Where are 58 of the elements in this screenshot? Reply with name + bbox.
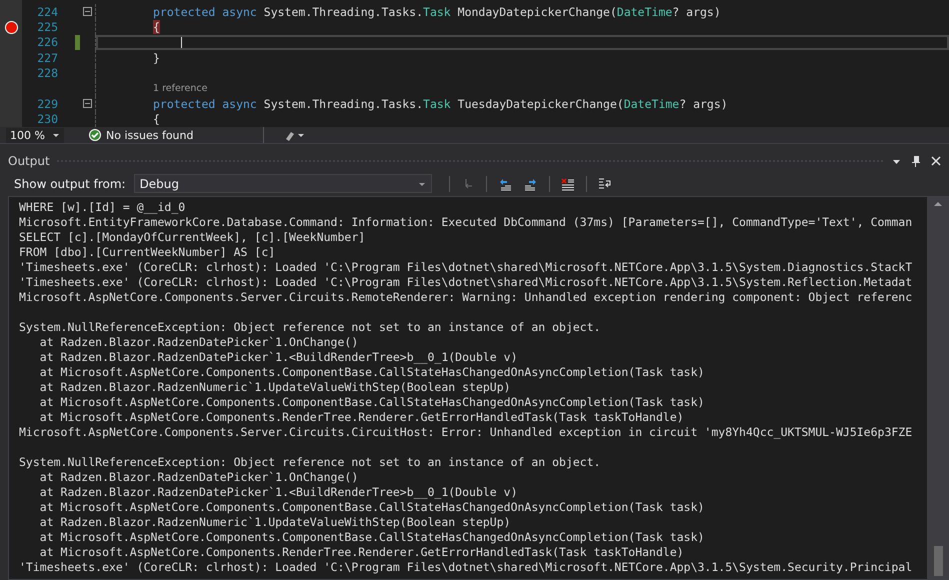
code-line: } <box>153 50 160 65</box>
output-line: at Microsoft.AspNetCore.Components.ComponentBase.CallStateHasChangedOnAsyncCompletion(Task task) <box>38 395 706 410</box>
output-line: System.NullReferenceException: Object reference not set to an instance of an object. <box>19 455 602 470</box>
text-caret <box>181 36 182 49</box>
clear-list-icon <box>560 176 575 190</box>
code-line: protected async System.Threading.Tasks.Task TuesdayDatepickerChange(DateTime? args) <box>153 96 728 111</box>
line-number: 229 <box>36 96 58 111</box>
panel-title: Output <box>8 154 50 168</box>
output-line: at Radzen.Blazor.RadzenNumeric`1.UpdateValueWithStep(Boolean stepUp) <box>38 380 512 395</box>
line-number: 226 <box>36 35 58 50</box>
line-number: 228 <box>36 66 58 80</box>
output-line: at Microsoft.AspNetCore.Components.RenderTree.Renderer.GetErrorHandledTask(Task taskToHandle) <box>38 545 685 560</box>
issues-status[interactable]: No issues found <box>106 128 194 142</box>
scroll-thumb[interactable] <box>934 546 942 576</box>
output-line: SELECT [c].[MondayOfCurrentWeek], [c].[WeekNumber] <box>19 230 366 245</box>
output-line: 'Timesheets.exe' (CoreCLR: clrhost): Loaded 'C:\Program Files\dotnet\shared\Microsoft.NETCore.App\3.1.5\System.Security.Principal <box>19 560 914 575</box>
caret-icon <box>892 158 900 164</box>
output-line: at Radzen.Blazor.RadzenNumeric`1.UpdateValueWithStep(Boolean stepUp) <box>38 515 512 530</box>
previous-message-icon <box>498 176 512 190</box>
next-message-icon <box>524 176 538 190</box>
line-number: 227 <box>36 50 58 65</box>
output-line: at Microsoft.AspNetCore.Components.ComponentBase.CallStateHasChangedOnAsyncCompletion(Task task) <box>38 500 706 515</box>
source-label: Show output from: <box>14 176 126 190</box>
output-line: at Radzen.Blazor.RadzenDatePicker`1.<BuildRenderTree>b__0_1(Double v) <box>38 350 518 365</box>
check-circle-icon <box>88 128 102 142</box>
output-line: at Microsoft.AspNetCore.Components.ComponentBase.CallStateHasChangedOnAsyncCompletion(Task task) <box>38 530 706 545</box>
collapse-icon[interactable] <box>83 99 92 108</box>
reference-count[interactable]: 1 reference <box>153 83 208 94</box>
line-number: 225 <box>36 20 58 34</box>
zoom-dropdown[interactable]: 100 % <box>6 128 64 142</box>
collapse-icon[interactable] <box>83 7 92 16</box>
code-line: { <box>153 112 160 126</box>
breakpoint-icon[interactable] <box>4 20 18 34</box>
output-line: at Radzen.Blazor.RadzenDatePicker`1.OnChange() <box>38 470 360 485</box>
output-line: at Microsoft.AspNetCore.Components.ComponentBase.CallStateHasChangedOnAsyncCompletion(Task task) <box>38 365 706 380</box>
caret-icon <box>297 132 306 138</box>
output-line: FROM [dbo].[CurrentWeekNumber] AS [c] <box>19 245 276 260</box>
close-icon <box>931 156 941 166</box>
source-dropdown[interactable]: Debug <box>134 174 432 193</box>
output-line: System.NullReferenceException: Object reference not set to an instance of an object. <box>19 320 602 335</box>
code-line: protected async System.Threading.Tasks.Task MondayDatepickerChange(DateTime? args) <box>153 4 721 19</box>
output-line: at Microsoft.AspNetCore.Components.RenderTree.Renderer.GetErrorHandledTask(Task taskToHandle) <box>38 410 685 425</box>
line-number: 224 <box>36 4 58 19</box>
output-line: Microsoft.AspNetCore.Components.Server.Circuits.RemoteRenderer: Warning: Unhandled exception rendering component: Object referenc <box>19 290 914 305</box>
vertical-scrollbar[interactable] <box>927 197 949 579</box>
word-wrap-icon <box>598 176 612 190</box>
output-line: Microsoft.EntityFrameworkCore.Database.Command: Information: Executed DbCommand (37ms) [Parameters=[], CommandType='Text', Comman <box>19 215 914 230</box>
caret-icon <box>52 132 60 138</box>
line-number: 230 <box>36 112 58 126</box>
output-line: Microsoft.AspNetCore.Components.Server.Circuits.CircuitHost: Error: Unhandled exception in circuit 'my8Yh4Qcc_UKTSMUL-WJ5Ie6p3FZE <box>19 425 914 440</box>
caret-icon <box>418 180 426 186</box>
pin-icon <box>911 155 921 167</box>
output-line: 'Timesheets.exe' (CoreCLR: clrhost): Loaded 'C:\Program Files\dotnet\shared\Microsoft.NETCore.App\3.1.5\System.Reflection.Metadat <box>19 275 914 290</box>
scroll-up-icon <box>933 200 943 207</box>
output-line: WHERE [w].[Id] = @__id_0 <box>19 200 186 215</box>
output-line: at Radzen.Blazor.RadzenDatePicker`1.<BuildRenderTree>b__0_1(Double v) <box>38 485 518 500</box>
output-line: 'Timesheets.exe' (CoreCLR: clrhost): Loaded 'C:\Program Files\dotnet\shared\Microsoft.NETCore.App\3.1.5\System.Diagnostics.StackT <box>19 260 914 275</box>
output-line: at Radzen.Blazor.RadzenDatePicker`1.OnChange() <box>38 335 360 350</box>
